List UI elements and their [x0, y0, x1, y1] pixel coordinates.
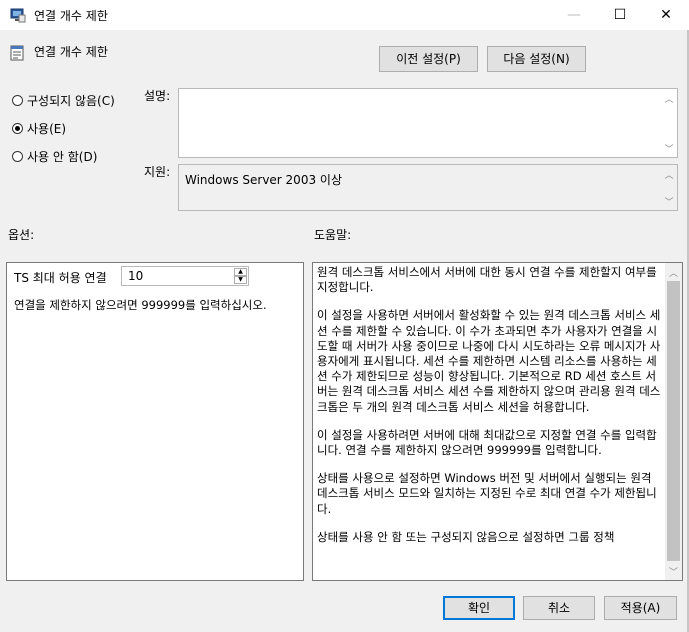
help-text: 원격 데스크톱 서비스에서 서버에 대한 동시 연결 수를 제한할지 여부를 지…: [317, 265, 663, 558]
minimize-button[interactable]: —: [551, 0, 597, 30]
close-icon: ✕: [660, 7, 672, 23]
policy-setting-icon: [10, 45, 24, 61]
policy-name: 연결 개수 제한: [34, 45, 108, 59]
help-paragraph: 이 설정을 사용하려면 서버에 대해 최대값으로 지정할 연결 수를 입력합니다…: [317, 427, 657, 458]
scroll-down-icon[interactable]: ﹀: [665, 563, 682, 579]
help-paragraph: 원격 데스크톱 서비스에서 서버에 대한 동시 연결 수를 제한할지 여부를 지…: [317, 265, 657, 295]
max-connections-spinner[interactable]: 10 ▲ ▼: [121, 266, 249, 286]
help-paragraph: 상태를 사용 안 함 또는 구성되지 않음으로 설정하면 그룹 정책: [317, 529, 615, 544]
minimize-icon: —: [567, 7, 581, 23]
comment-scrollbar[interactable]: ︿ ﹀: [661, 89, 677, 157]
radio-enabled[interactable]: 사용(E): [12, 120, 66, 137]
comment-textarea[interactable]: ︿ ﹀: [178, 88, 678, 158]
radio-dot: [12, 95, 23, 106]
radio-label: 사용 안 함(D): [27, 150, 98, 164]
title-bar: 연결 개수 제한 — ☐ ✕: [0, 0, 689, 30]
window-title: 연결 개수 제한: [34, 9, 108, 23]
radio-not-configured[interactable]: 구성되지 않음(C): [12, 92, 115, 109]
radio-disabled[interactable]: 사용 안 함(D): [12, 148, 97, 165]
ok-button[interactable]: 확인: [443, 596, 515, 620]
help-paragraph: 이 설정을 사용하면 서버에서 활성화할 수 있는 원격 데스크톱 서비스 세션…: [317, 308, 661, 414]
max-connections-note: 연결을 제한하지 않으려면 999999를 입력하십시오.: [14, 298, 267, 312]
spin-up-icon[interactable]: ▲: [234, 268, 247, 276]
scroll-up-icon[interactable]: ︿: [661, 166, 677, 182]
help-scrollbar[interactable]: ︿ ﹀: [665, 263, 682, 580]
policy-app-icon: [10, 8, 26, 23]
supported-box: Windows Server 2003 이상 ︿ ﹀: [178, 164, 678, 211]
max-connections-input[interactable]: 10: [128, 269, 143, 283]
radio-dot-selected: [12, 123, 23, 134]
scroll-up-icon[interactable]: ︿: [661, 90, 677, 106]
apply-button[interactable]: 적용(A): [604, 596, 677, 620]
radio-label: 사용(E): [27, 122, 67, 136]
supported-label: 지원:: [144, 165, 171, 179]
supported-scrollbar[interactable]: ︿ ﹀: [661, 165, 677, 210]
radio-label: 구성되지 않음(C): [27, 94, 115, 108]
scroll-thumb[interactable]: [667, 281, 680, 561]
max-connections-label: TS 최대 허용 연결: [14, 271, 107, 285]
help-panel: 원격 데스크톱 서비스에서 서버에 대한 동시 연결 수를 제한할지 여부를 지…: [312, 262, 683, 581]
options-label: 옵션:: [8, 228, 35, 242]
help-paragraph: 상태를 사용으로 설정하면 Windows 버전 및 서버에서 실행되는 원격 …: [317, 471, 657, 516]
options-panel: TS 최대 허용 연결 10 ▲ ▼ 연결을 제한하지 않으려면 999999를…: [6, 262, 304, 581]
scroll-down-icon[interactable]: ﹀: [661, 193, 677, 209]
supported-value: Windows Server 2003 이상: [185, 173, 342, 187]
close-button[interactable]: ✕: [643, 0, 689, 30]
scroll-up-icon[interactable]: ︿: [665, 264, 682, 280]
maximize-button[interactable]: ☐: [597, 0, 643, 30]
scroll-down-icon[interactable]: ﹀: [661, 140, 677, 156]
cancel-button[interactable]: 취소: [523, 596, 595, 620]
spin-down-icon[interactable]: ▼: [234, 276, 247, 284]
radio-dot: [12, 151, 23, 162]
maximize-icon: ☐: [613, 7, 627, 23]
comment-label: 설명:: [144, 89, 171, 103]
next-setting-button[interactable]: 다음 설정(N): [487, 46, 586, 72]
help-label: 도움말:: [314, 228, 352, 242]
previous-setting-button[interactable]: 이전 설정(P): [379, 46, 478, 72]
